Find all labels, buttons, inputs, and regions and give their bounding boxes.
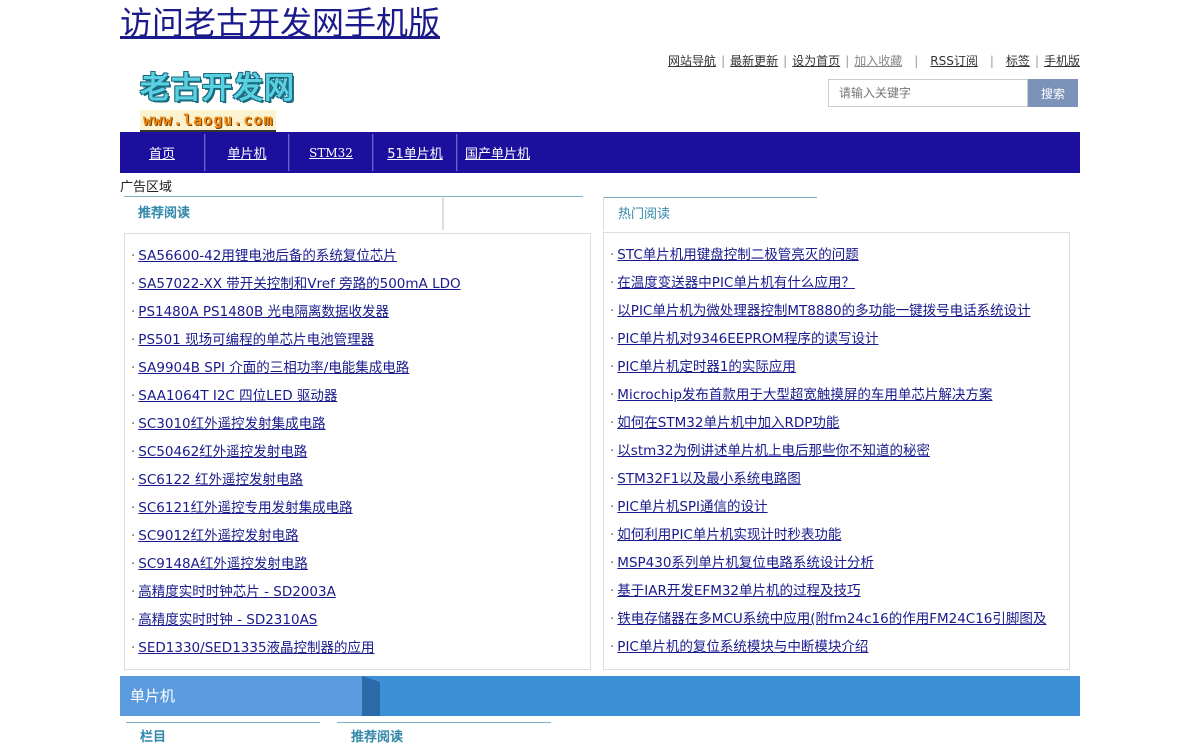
article-link[interactable]: SA56600-42用锂电池后备的系统复位芯片 xyxy=(138,248,397,264)
article-link[interactable]: Microchip发布首款用于大型超宽触摸屏的车用单芯片解决方案 xyxy=(617,387,992,403)
recommended-tab[interactable]: 推荐阅读 xyxy=(124,196,443,230)
hot-tab[interactable]: 热门阅读 xyxy=(603,197,817,231)
article-link[interactable]: SC9012红外遥控发射电路 xyxy=(138,528,298,544)
nav-stm32[interactable]: STM32 xyxy=(290,132,372,173)
article-link[interactable]: 以PIC单片机为微处理器控制MT8880的多功能一键拨号电话系统设计 xyxy=(617,303,1030,319)
article-link[interactable]: 如何利用PIC单片机实现计时秒表功能 xyxy=(617,527,841,543)
toplink-rss[interactable]: RSS订阅 xyxy=(930,52,978,69)
toplink-site-nav[interactable]: 网站导航 xyxy=(668,52,716,69)
list-item: · PIC单片机的复位系统模块与中断模块介绍 xyxy=(610,639,869,655)
article-link[interactable]: MSP430系列单片机复位电路系统设计分析 xyxy=(617,555,874,571)
article-link[interactable]: PIC单片机定时器1的实际应用 xyxy=(617,359,796,375)
nav-mcu[interactable]: 单片机 xyxy=(206,132,288,173)
site-logo[interactable]: 老古开发网 www.laogu.com xyxy=(140,72,306,132)
article-link[interactable]: PS501 现场可编程的单芯片电池管理器 xyxy=(138,332,374,348)
list-item: · SA56600-42用锂电池后备的系统复位芯片 xyxy=(131,248,397,264)
search-button[interactable]: 搜索 xyxy=(1028,79,1078,107)
toplink-mobile[interactable]: 手机版 xyxy=(1044,52,1080,69)
article-link[interactable]: SA57022-XX 带开关控制和Vref 旁路的500mA LDO xyxy=(138,276,460,292)
list-item: · 如何在STM32单片机中加入RDP功能 xyxy=(610,415,840,431)
section-fold-decoration xyxy=(362,676,380,716)
list-item: · SC3010红外遥控发射集成电路 xyxy=(131,416,326,432)
list-item: · 高精度实时时钟芯片 - SD2003A xyxy=(131,584,336,600)
toplink-latest[interactable]: 最新更新 xyxy=(730,52,778,69)
search-bar: 搜索 xyxy=(828,79,1080,107)
article-link[interactable]: SA9904B SPI 介面的三相功率/电能集成电路 xyxy=(138,360,409,376)
list-item: · SC9148A红外遥控发射电路 xyxy=(131,556,308,572)
section-header-mcu: 单片机 xyxy=(120,676,1080,716)
nav-51mcu[interactable]: 51单片机 xyxy=(374,132,456,173)
list-item: · STM32F1以及最小系统电路图 xyxy=(610,471,801,487)
list-item: · 如何利用PIC单片机实现计时秒表功能 xyxy=(610,527,842,543)
article-link[interactable]: PIC单片机对9346EEPROM程序的读写设计 xyxy=(617,331,878,347)
recommended-tab-blank xyxy=(443,196,583,230)
separator: | xyxy=(845,53,850,68)
list-item: · PS1480A PS1480B 光电隔离数据收发器 xyxy=(131,304,390,320)
section-tab-category[interactable]: 栏目 xyxy=(126,722,320,752)
list-item: · PS501 现场可编程的单芯片电池管理器 xyxy=(131,332,375,348)
section-tab-recommended[interactable]: 推荐阅读 xyxy=(337,722,551,752)
article-link[interactable]: SC3010红外遥控发射集成电路 xyxy=(138,416,325,432)
list-item: · 以PIC单片机为微处理器控制MT8880的多功能一键拨号电话系统设计 xyxy=(610,303,1031,319)
list-item: · SA9904B SPI 介面的三相功率/电能集成电路 xyxy=(131,360,410,376)
section-title: 单片机 xyxy=(120,676,362,716)
article-link[interactable]: SC6121红外遥控专用发射集成电路 xyxy=(138,500,352,516)
list-item: · Microchip发布首款用于大型超宽触摸屏的车用单芯片解决方案 xyxy=(610,387,993,403)
list-item: · PIC单片机SPI通信的设计 xyxy=(610,499,768,515)
article-link[interactable]: 在温度变送器中PIC单片机有什么应用？ xyxy=(617,275,855,291)
separator: | xyxy=(721,53,726,68)
search-input[interactable] xyxy=(828,79,1028,107)
list-item: · SC6121红外遥控专用发射集成电路 xyxy=(131,500,353,516)
separator: | xyxy=(1034,53,1039,68)
main-nav: 首页 单片机 STM32 51单片机 国产单片机 xyxy=(120,132,1080,173)
logo-url: www.laogu.com xyxy=(140,110,277,132)
article-link[interactable]: 高精度实时时钟 - SD2310AS xyxy=(138,612,317,628)
recommended-list: · SA56600-42用锂电池后备的系统复位芯片 · SA57022-XX 带开关… xyxy=(131,242,586,662)
list-item: · SC6122 红外遥控发射电路 xyxy=(131,472,303,488)
article-link[interactable]: PIC单片机SPI通信的设计 xyxy=(617,499,767,515)
list-item: · SC9012红外遥控发射电路 xyxy=(131,528,299,544)
article-link[interactable]: STM32F1以及最小系统电路图 xyxy=(617,471,801,487)
article-link[interactable]: SC6122 红外遥控发射电路 xyxy=(138,472,303,488)
list-item: · SED1330/SED1335液晶控制器的应用 xyxy=(131,640,375,656)
list-item: · SAA1064T I2C 四位LED 驱动器 xyxy=(131,388,338,404)
article-link[interactable]: PIC单片机的复位系统模块与中断模块介绍 xyxy=(617,639,868,655)
list-item: · SC50462红外遥控发射电路 xyxy=(131,444,308,460)
list-item: · 基于IAR开发EFM32单片机的过程及技巧 xyxy=(610,583,861,599)
list-item: · 在温度变送器中PIC单片机有什么应用？ xyxy=(610,275,855,291)
article-link[interactable]: SC9148A红外遥控发射电路 xyxy=(138,556,308,572)
nav-domestic-mcu[interactable]: 国产单片机 xyxy=(458,132,547,173)
nav-home[interactable]: 首页 xyxy=(120,132,204,173)
article-link[interactable]: PS1480A PS1480B 光电隔离数据收发器 xyxy=(138,304,389,320)
list-item: · 铁电存储器在多MCU系统中应用(附fm24c16的作用FM24C16引脚图及 xyxy=(610,611,1047,627)
separator: | xyxy=(989,53,994,68)
list-item: · 高精度实时时钟 - SD2310AS xyxy=(131,612,318,628)
logo-title: 老古开发网 xyxy=(140,71,295,106)
list-item: · 以stm32为例讲述单片机上电后那些你不知道的秘密 xyxy=(610,443,930,459)
separator: | xyxy=(783,53,788,68)
separator: | xyxy=(914,53,919,68)
article-link[interactable]: 高精度实时时钟芯片 - SD2003A xyxy=(138,584,336,600)
article-link[interactable]: 基于IAR开发EFM32单片机的过程及技巧 xyxy=(617,583,860,599)
list-item: · PIC单片机定时器1的实际应用 xyxy=(610,359,796,375)
list-item: · SA57022-XX 带开关控制和Vref 旁路的500mA LDO xyxy=(131,276,461,292)
article-link[interactable]: SC50462红外遥控发射电路 xyxy=(138,444,307,460)
article-link[interactable]: STC单片机用键盘控制二极管亮灭的问题 xyxy=(617,247,858,263)
toplink-add-favorite[interactable]: 加入收藏 xyxy=(854,52,902,69)
article-link[interactable]: 以stm32为例讲述单片机上电后那些你不知道的秘密 xyxy=(617,443,930,459)
article-link[interactable]: SAA1064T I2C 四位LED 驱动器 xyxy=(138,388,337,404)
toplink-tags[interactable]: 标签 xyxy=(1006,52,1030,69)
list-item: · MSP430系列单片机复位电路系统设计分析 xyxy=(610,555,874,571)
top-links: 网站导航 | 最新更新 | 设为首页 | 加入收藏 | RSS订阅 | 标签 |… xyxy=(668,52,1080,69)
article-link[interactable]: SED1330/SED1335液晶控制器的应用 xyxy=(138,640,374,656)
article-link[interactable]: 如何在STM32单片机中加入RDP功能 xyxy=(617,415,839,431)
toplink-set-homepage[interactable]: 设为首页 xyxy=(792,52,840,69)
list-item: · STC单片机用键盘控制二极管亮灭的问题 xyxy=(610,247,859,263)
list-item: · PIC单片机对9346EEPROM程序的读写设计 xyxy=(610,331,879,347)
mobile-version-link[interactable]: 访问老古开发网手机版 xyxy=(120,2,440,44)
ad-area: 广告区域 xyxy=(120,180,173,195)
hot-list: · STC单片机用键盘控制二极管亮灭的问题 · 在温度变送器中PIC单片机有什么应用… xyxy=(610,241,1065,661)
article-link[interactable]: 铁电存储器在多MCU系统中应用(附fm24c16的作用FM24C16引脚图及 xyxy=(617,611,1046,627)
